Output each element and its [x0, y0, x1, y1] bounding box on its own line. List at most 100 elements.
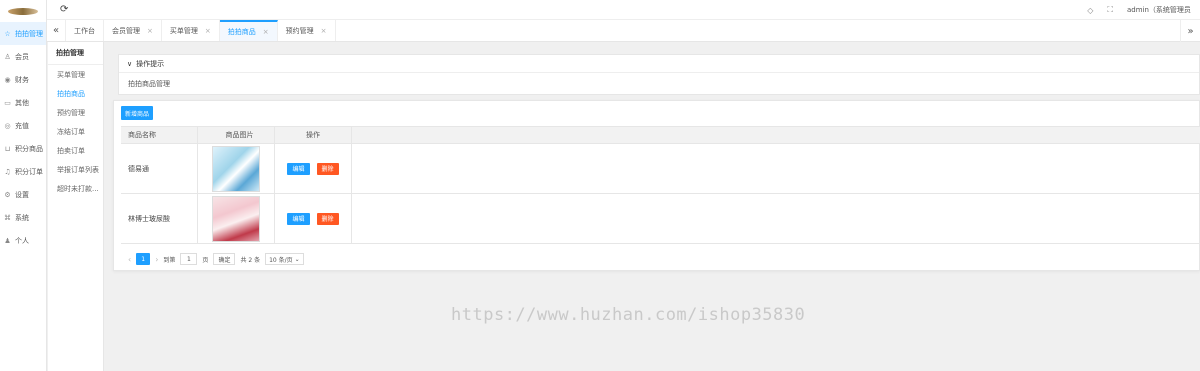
sidebar-item[interactable]: ☆ 拍拍管理 — [0, 22, 46, 45]
table-header: 商品名称 商品图片 操作 — [121, 127, 1200, 144]
page-size-value: 10 条/页 — [269, 256, 293, 264]
tabs-scroll-left-icon[interactable]: « — [47, 20, 66, 41]
fullscreen-icon[interactable]: ⛶ — [1107, 5, 1113, 15]
tab[interactable]: 会员管理 × — [104, 20, 162, 41]
column-header-image: 商品图片 — [198, 127, 275, 143]
chevron-down-icon: ⌄ — [294, 255, 300, 263]
sidebar-item-label: 个人 — [15, 236, 29, 245]
sidebar-item[interactable]: ♫ 积分订单 — [0, 160, 46, 183]
tabs-scroll-right-icon[interactable]: » — [1180, 20, 1200, 42]
sidebar-item[interactable]: ⌘ 系统 — [0, 206, 46, 229]
submenu-item[interactable]: 举报订单列表 — [48, 160, 103, 179]
close-icon[interactable]: × — [263, 28, 269, 36]
submenu-item[interactable]: 拍拍商品 — [48, 84, 103, 103]
sidebar-item[interactable]: ◉ 财务 — [0, 68, 46, 91]
goto-page-input[interactable]: 1 — [180, 253, 198, 265]
tab-label: 买单管理 — [169, 26, 198, 35]
tab[interactable]: 工作台 — [66, 20, 104, 41]
product-panel: 新增商品 商品名称 商品图片 操作 德易通 编辑 删除 林博士玻尿酸 编辑 删除… — [113, 100, 1200, 271]
watermark-text: https://www.huzhan.com/ishop35830 — [451, 305, 806, 325]
product-image[interactable] — [212, 145, 260, 192]
add-product-button[interactable]: 新增商品 — [121, 106, 154, 120]
app-root: ☆ 拍拍管理 ♙ 会员 ◉ 财务 ▭ 其他 ◎ 充值 ⊔ 积分商品 ♫ 积分订单 ⚙ 设置 ⌘ 系统 ♟ 个人 ⟳ ◇… — [0, 0, 1200, 371]
sidebar-item[interactable]: ◎ 充值 — [0, 114, 46, 137]
refresh-icon[interactable]: ⟳ — [60, 4, 68, 15]
edit-button[interactable]: 编辑 — [287, 212, 310, 225]
sidebar-item[interactable]: ♟ 个人 — [0, 229, 46, 252]
submenu-item[interactable]: 拍卖订单 — [48, 141, 103, 160]
tab[interactable]: 拍拍商品 × — [219, 20, 278, 41]
sidebar-item[interactable]: ▭ 其他 — [0, 91, 46, 114]
submenu-item[interactable]: 超时未打款... — [48, 179, 103, 198]
page-unit-label: 页 — [202, 256, 209, 264]
tab-label: 拍拍商品 — [227, 27, 256, 36]
pagination: ‹ 1 › 到第 1 页 确定 共 2 条 10 条/页 ⌄ — [128, 253, 304, 265]
sidebar-item-label: 财务 — [15, 75, 29, 84]
goto-label: 到第 — [163, 256, 176, 264]
top-right-area: ◇ ⛶ admin（系统管理员 — [1087, 0, 1200, 20]
book-icon: ▭ — [4, 98, 11, 107]
product-image[interactable] — [212, 195, 260, 242]
system-icon: ⌘ — [4, 213, 11, 222]
gear-icon: ⚙ — [4, 190, 11, 199]
current-page-button[interactable]: 1 — [136, 253, 151, 265]
tab[interactable]: 预约管理 × — [278, 20, 336, 41]
prev-page-icon[interactable]: ‹ — [128, 255, 131, 264]
tab-label: 工作台 — [74, 26, 95, 35]
sidebar-item-label: 充值 — [15, 121, 29, 130]
sidebar-item[interactable]: ⊔ 积分商品 — [0, 137, 46, 160]
product-image-cell — [198, 194, 275, 243]
sidebar-item-label: 拍拍管理 — [15, 29, 43, 38]
sidebar-item-label: 系统 — [15, 213, 29, 222]
top-bar: ⟳ ◇ ⛶ admin（系统管理员 — [47, 0, 1200, 20]
close-icon[interactable]: × — [321, 27, 327, 35]
table-row: 林博士玻尿酸 编辑 删除 — [121, 194, 1200, 244]
star-icon: ☆ — [4, 29, 11, 38]
close-icon[interactable]: × — [205, 27, 211, 35]
tab-label: 预约管理 — [285, 26, 314, 35]
logo — [0, 0, 46, 22]
sidebar-item[interactable]: ⚙ 设置 — [0, 183, 46, 206]
person-icon: ♟ — [4, 236, 11, 245]
user-icon: ♙ — [4, 52, 11, 61]
delete-button[interactable]: 删除 — [316, 162, 339, 175]
admin-user-menu[interactable]: admin（系统管理员 — [1127, 5, 1200, 15]
bell-icon: ♫ — [4, 167, 11, 176]
edit-button[interactable]: 编辑 — [287, 162, 310, 175]
tag-icon[interactable]: ◇ — [1087, 6, 1093, 15]
product-name: 德易通 — [121, 144, 198, 193]
tips-body: 拍拍商品管理 — [128, 80, 170, 88]
submenu-title: 拍拍管理 — [48, 42, 103, 65]
sidebar-item-label: 其他 — [15, 98, 29, 107]
column-header-name: 商品名称 — [121, 127, 198, 143]
close-icon[interactable]: × — [147, 27, 153, 35]
tab[interactable]: 买单管理 × — [162, 20, 220, 41]
tab-bar: « 工作台 会员管理 × 买单管理 × 拍拍商品 × 预约管理 × » — [47, 20, 1200, 42]
tips-header-label: 操作提示 — [136, 59, 165, 68]
column-header-actions: 操作 — [275, 127, 352, 143]
sidebar-item[interactable]: ♙ 会员 — [0, 45, 46, 68]
main-sidebar: ☆ 拍拍管理 ♙ 会员 ◉ 财务 ▭ 其他 ◎ 充值 ⊔ 积分商品 ♫ 积分订单 ⚙ 设置 ⌘ 系统 ♟ 个人 — [0, 0, 47, 371]
recharge-icon: ◎ — [4, 121, 11, 130]
total-count: 共 2 条 — [240, 256, 261, 264]
page-size-select[interactable]: 10 条/页 ⌄ — [265, 253, 304, 265]
coin-icon: ◉ — [4, 75, 11, 84]
sidebar-item-label: 设置 — [15, 190, 29, 199]
next-page-icon[interactable]: › — [155, 255, 158, 264]
tips-header[interactable]: ∨ 操作提示 — [119, 55, 1199, 73]
table-row: 德易通 编辑 删除 — [121, 144, 1200, 194]
actions-cell: 编辑 删除 — [275, 144, 352, 193]
cart-icon: ⊔ — [4, 144, 11, 153]
sub-menu: 拍拍管理 买单管理 拍拍商品 预约管理 冻结订单 拍卖订单 举报订单列表 超时未打款... — [48, 42, 104, 371]
goto-confirm-button[interactable]: 确定 — [213, 253, 236, 265]
submenu-item[interactable]: 预约管理 — [48, 103, 103, 122]
submenu-item[interactable]: 冻结订单 — [48, 122, 103, 141]
submenu-item[interactable]: 买单管理 — [48, 65, 103, 84]
chevron-down-icon: ∨ — [127, 59, 133, 68]
delete-button[interactable]: 删除 — [316, 212, 339, 225]
sidebar-item-label: 积分商品 — [15, 144, 43, 153]
product-table: 商品名称 商品图片 操作 德易通 编辑 删除 林博士玻尿酸 编辑 删除 — [121, 126, 1200, 244]
sidebar-item-label: 会员 — [15, 52, 29, 61]
tab-label: 会员管理 — [112, 26, 140, 35]
product-name: 林博士玻尿酸 — [121, 194, 198, 243]
